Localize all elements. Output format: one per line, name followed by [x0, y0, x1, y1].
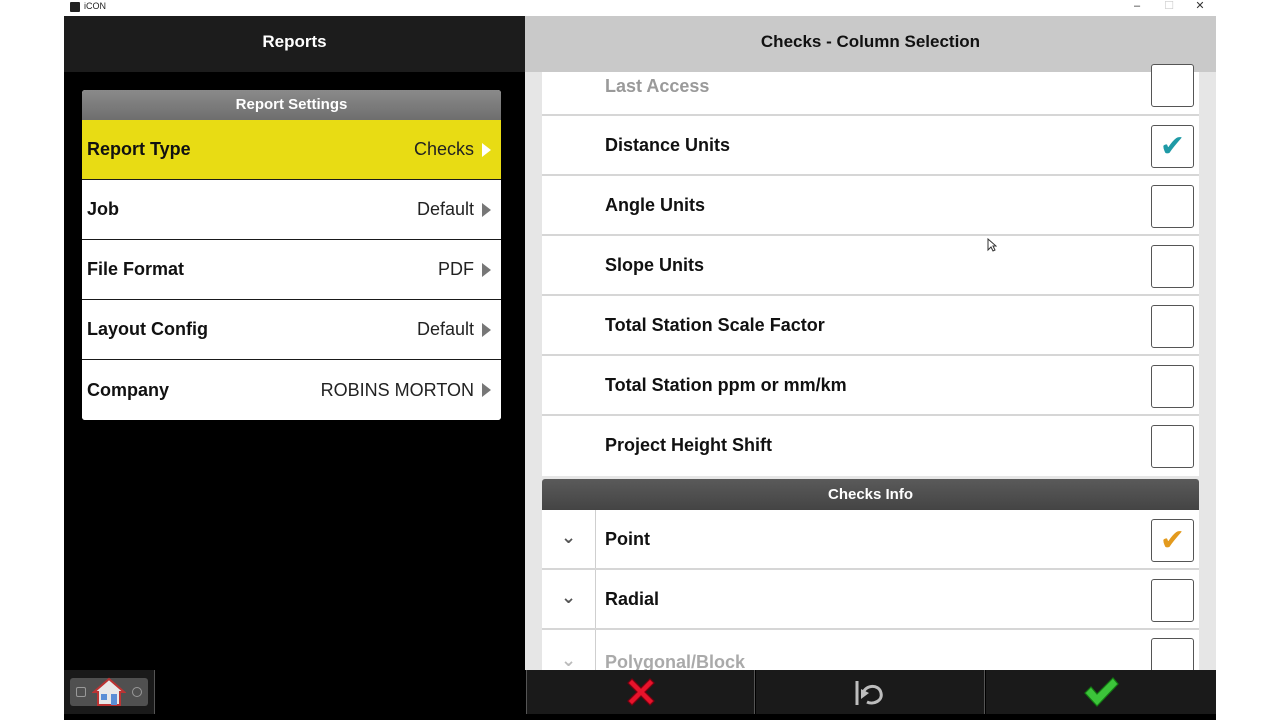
undo-icon: [855, 681, 883, 705]
window-titlebar: iCON – ☐ ✕: [64, 0, 1216, 16]
window-title: iCON: [84, 1, 106, 11]
column-label: Project Height Shift: [605, 435, 773, 455]
info-label: Point: [605, 529, 650, 549]
setting-value: Default: [416, 319, 474, 339]
chevron-down-icon[interactable]: ⌄: [542, 650, 595, 670]
column-checkbox[interactable]: [1151, 64, 1194, 107]
setting-value: ROBINS MORTON: [320, 379, 474, 400]
confirm-button[interactable]: [986, 670, 1216, 714]
info-checkbox[interactable]: ✔: [1151, 519, 1194, 562]
setting-row-file-format[interactable]: File Format PDF: [82, 240, 501, 300]
setting-label: Company: [87, 379, 170, 400]
home-button[interactable]: [64, 670, 155, 714]
chevron-right-icon: [482, 322, 491, 337]
chevron-right-icon: [482, 383, 491, 397]
app-window: Reports Report Settings Report Type Chec…: [64, 16, 1216, 720]
checkmark-icon: ✔: [1159, 523, 1186, 557]
column-label: Distance Units: [605, 135, 731, 155]
column-checkbox[interactable]: [1151, 425, 1194, 468]
column-checkbox[interactable]: [1151, 245, 1194, 288]
cancel-icon: [626, 678, 655, 706]
cancel-button[interactable]: [526, 670, 755, 714]
column-row-slope-units[interactable]: Slope Units: [542, 236, 1199, 296]
column-label: Last Access: [605, 76, 710, 96]
column-row-ts-scale-factor[interactable]: Total Station Scale Factor: [542, 296, 1199, 356]
window-margin-left: [0, 0, 64, 720]
checks-info-list[interactable]: ⌄ Point ✔ ⌄ Radial ⌄ Polygonal/Block: [542, 510, 1199, 670]
checks-info-header: Checks Info: [542, 479, 1199, 510]
chevron-right-icon: [482, 142, 491, 157]
column-row-last-access[interactable]: Last Access: [542, 64, 1199, 116]
setting-value: PDF: [438, 259, 474, 279]
chevron-right-icon: [482, 262, 491, 277]
setting-label: File Format: [87, 259, 185, 279]
column-checkbox[interactable]: ✔: [1151, 125, 1194, 168]
setting-value: Checks: [413, 139, 474, 159]
reports-header: Reports: [64, 16, 525, 72]
column-label: Slope Units: [605, 255, 705, 275]
report-settings-panel: Report Settings Report Type Checks Job D…: [82, 90, 501, 420]
info-label: Radial: [605, 589, 660, 609]
column-row-angle-units[interactable]: Angle Units: [542, 176, 1199, 236]
info-row-radial[interactable]: ⌄ Radial: [542, 570, 1199, 630]
setting-row-company[interactable]: Company ROBINS MORTON: [82, 360, 501, 420]
setting-row-layout-config[interactable]: Layout Config Default: [82, 300, 501, 360]
column-checkbox[interactable]: [1151, 365, 1194, 408]
row-divider: [595, 510, 596, 568]
window-margin-right: [1216, 0, 1280, 720]
app-logo-icon: [70, 2, 80, 12]
minimize-button[interactable]: –: [1122, 0, 1152, 16]
row-divider: [595, 630, 596, 670]
reports-pane: Reports Report Settings Report Type Chec…: [64, 16, 525, 670]
mouse-cursor-icon: [987, 238, 997, 252]
column-row-project-height-shift[interactable]: Project Height Shift: [542, 416, 1199, 476]
info-row-polygonal-block[interactable]: ⌄ Polygonal/Block: [542, 630, 1199, 670]
setting-row-report-type[interactable]: Report Type Checks: [82, 120, 501, 180]
column-selection-header: Checks - Column Selection: [525, 16, 1216, 72]
undo-button[interactable]: [756, 670, 985, 714]
column-checkbox[interactable]: [1151, 305, 1194, 348]
home-icon: [92, 677, 126, 706]
info-label: Polygonal/Block: [605, 652, 746, 670]
setting-label: Report Type: [87, 139, 191, 159]
setting-row-job[interactable]: Job Default: [82, 180, 501, 240]
column-list[interactable]: Last Access Distance Units ✔ Angle Units…: [542, 64, 1199, 476]
row-divider: [595, 570, 596, 628]
info-checkbox[interactable]: [1151, 638, 1194, 670]
maximize-button[interactable]: ☐: [1154, 0, 1184, 16]
column-selection-pane: Checks - Column Selection Last Access Di…: [525, 16, 1216, 670]
column-label: Total Station Scale Factor: [605, 315, 825, 335]
setting-value: Default: [416, 199, 474, 219]
report-settings-title: Report Settings: [82, 90, 501, 120]
bottom-toolbar: [64, 670, 1216, 720]
column-label: Angle Units: [605, 195, 706, 215]
confirm-icon: [1084, 677, 1119, 707]
settings-icon: [132, 687, 142, 697]
setting-label: Layout Config: [87, 319, 208, 339]
edit-icon: [76, 687, 86, 697]
home-button-face: [70, 677, 148, 706]
setting-label: Job: [87, 199, 120, 219]
info-row-point[interactable]: ⌄ Point ✔: [542, 510, 1199, 570]
info-checkbox[interactable]: [1151, 579, 1194, 622]
chevron-down-icon[interactable]: ⌄: [542, 587, 595, 611]
column-row-ts-ppm[interactable]: Total Station ppm or mm/km: [542, 356, 1199, 416]
column-row-distance-units[interactable]: Distance Units ✔: [542, 116, 1199, 176]
column-label: Total Station ppm or mm/km: [605, 375, 847, 395]
chevron-right-icon: [482, 202, 491, 217]
close-button[interactable]: ✕: [1185, 0, 1215, 16]
chevron-down-icon[interactable]: ⌄: [542, 527, 595, 551]
column-checkbox[interactable]: [1151, 185, 1194, 228]
checkmark-icon: ✔: [1159, 129, 1186, 163]
